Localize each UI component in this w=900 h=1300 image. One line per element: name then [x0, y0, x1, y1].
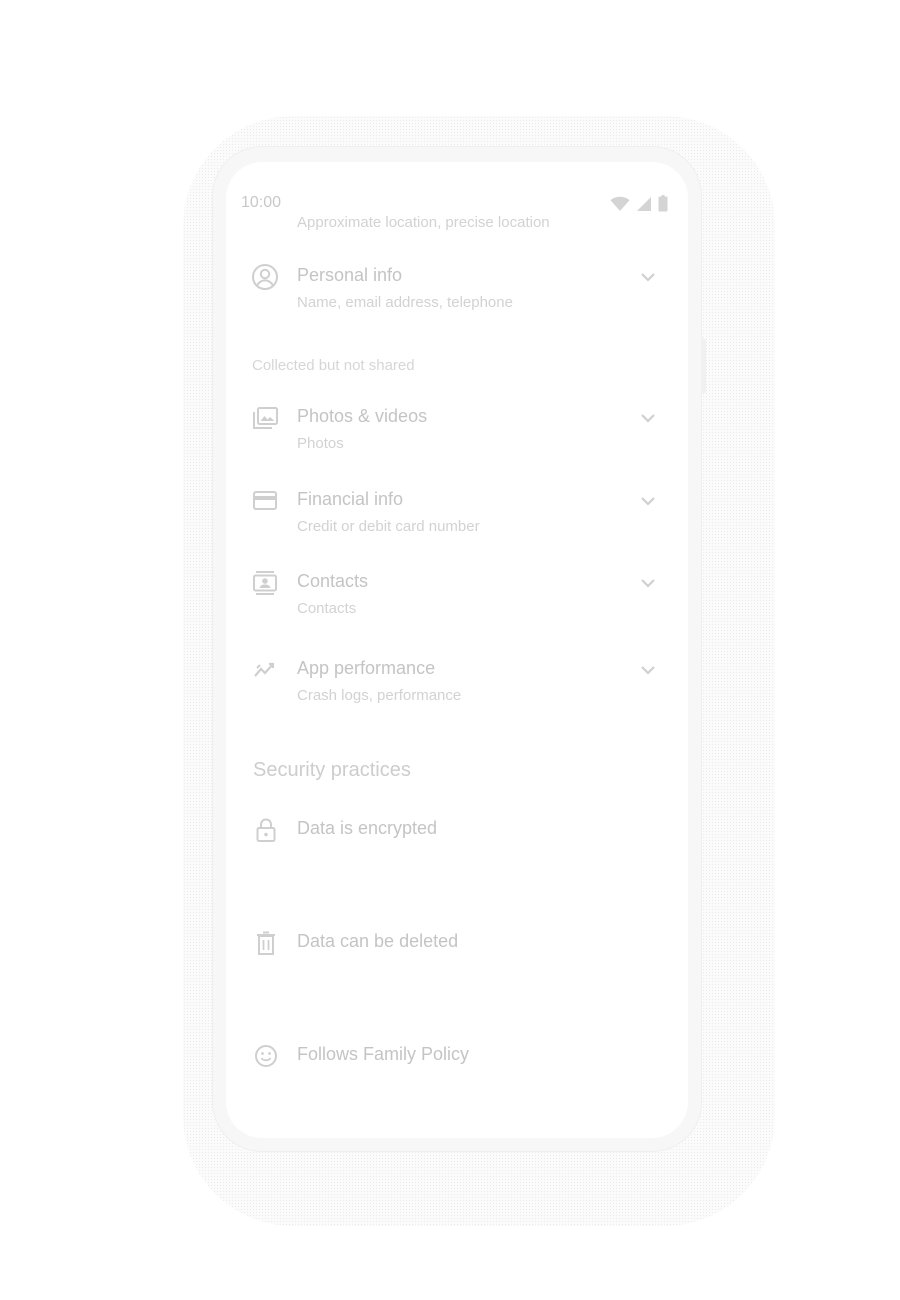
section-heading-security: Security practices: [253, 759, 411, 781]
wifi-icon: [610, 196, 630, 211]
status-icons: [610, 195, 668, 212]
phone-screen: 10:00 Approximate location, precise loca…: [226, 162, 688, 1138]
security-item-family-policy: Follows Family Policy: [226, 1043, 688, 1073]
delete-icon: [257, 931, 275, 955]
list-item-title: Personal info: [297, 265, 403, 285]
phone-side-button: [701, 338, 706, 394]
list-item-title: Contacts: [297, 571, 369, 591]
list-item-financial-info[interactable]: Financial info Credit or debit card numb…: [226, 487, 688, 557]
stage: 10:00 Approximate location, precise loca…: [0, 0, 900, 1300]
list-item-photos-videos[interactable]: Photos & videos Photos: [226, 404, 688, 474]
account-circle-icon: [252, 264, 278, 290]
list-item-subtitle: Photos: [297, 435, 344, 452]
photo-library-icon: [253, 407, 278, 429]
list-item-title: App performance: [297, 658, 436, 678]
list-item-personal-info[interactable]: Personal info Name, email address, telep…: [226, 263, 688, 333]
list-item-subtitle: Crash logs, performance: [297, 687, 462, 704]
credit-card-icon: [253, 491, 277, 510]
chevron-down-icon[interactable]: [638, 573, 658, 593]
list-item-app-performance[interactable]: App performance Crash logs, performance: [226, 656, 688, 726]
smiley-face-icon: [255, 1045, 277, 1067]
performance-icon: [254, 662, 275, 677]
list-item-subtitle: Name, email address, telephone: [297, 294, 513, 311]
list-item-contacts[interactable]: Contacts Contacts: [226, 569, 688, 639]
security-item-encrypted: Data is encrypted: [226, 817, 688, 847]
status-time: 10:00: [241, 194, 282, 211]
list-item-title: Financial info: [297, 489, 404, 509]
security-item-title: Data is encrypted: [297, 818, 438, 838]
contacts-icon: [253, 571, 277, 595]
lock-icon: [256, 818, 276, 842]
chevron-down-icon[interactable]: [638, 408, 658, 428]
security-item-deletable: Data can be deleted: [226, 930, 688, 960]
security-item-title: Follows Family Policy: [297, 1044, 470, 1064]
partial-row-subtitle: Approximate location, precise location: [297, 214, 550, 231]
cellular-signal-icon: [637, 196, 651, 211]
security-item-title: Data can be deleted: [297, 931, 459, 951]
list-item-subtitle: Credit or debit card number: [297, 518, 480, 535]
list-item-subtitle: Contacts: [297, 600, 357, 617]
section-label-collected: Collected but not shared: [252, 357, 415, 374]
chevron-down-icon[interactable]: [638, 660, 658, 680]
chevron-down-icon[interactable]: [638, 491, 658, 511]
list-item-title: Photos & videos: [297, 406, 428, 426]
chevron-down-icon[interactable]: [638, 267, 658, 287]
battery-icon: [658, 195, 668, 212]
status-bar: 10:00: [226, 190, 688, 216]
